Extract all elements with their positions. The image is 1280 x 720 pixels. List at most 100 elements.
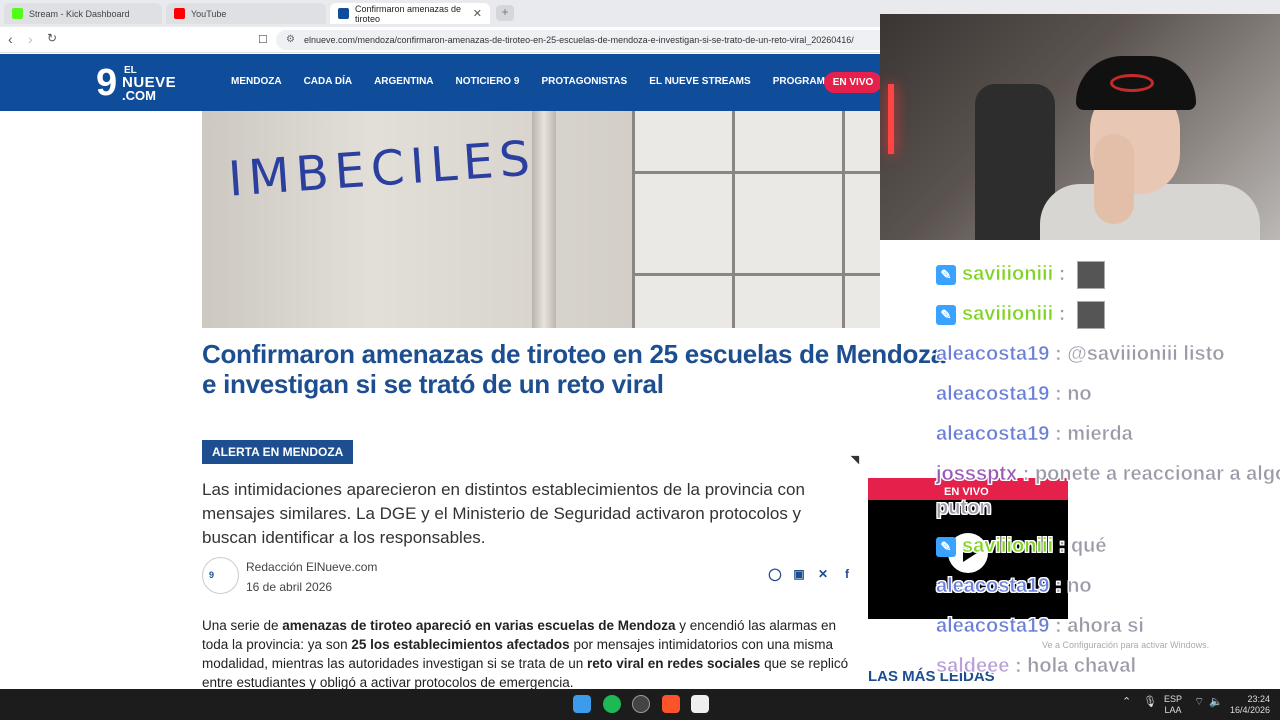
chat-message: ✎ saviiioniii :	[936, 260, 1105, 289]
tray-layout: LAA	[1164, 705, 1182, 715]
chat-username[interactable]: aleacosta19	[936, 575, 1050, 598]
close-tab-icon[interactable]: ✕	[473, 7, 482, 20]
capcut-icon[interactable]	[691, 695, 709, 713]
chat-separator: :	[1049, 575, 1068, 598]
chat-text: qué	[1070, 535, 1107, 558]
chat-message: ✎ saviiioniii : qué	[936, 532, 1107, 560]
address-bar[interactable]: ⚙ elnueve.com/mendoza/confirmaron-amenaz…	[276, 30, 896, 50]
chat-message: saldeee : hola chaval	[936, 652, 1137, 680]
obs-icon[interactable]	[632, 695, 650, 713]
taskbar: ⌃ 🎙 ESP LAA ⌔ 🔈 23:24 16/4/2026	[0, 689, 1280, 720]
moderator-badge-icon: ✎	[936, 536, 956, 557]
logo-nine: 9	[96, 62, 118, 104]
elnueve-favicon-icon	[338, 8, 349, 19]
chat-separator: :	[1017, 463, 1035, 486]
article-photo: IMBECILES	[202, 111, 880, 328]
tray-date: 16/4/2026	[1229, 705, 1270, 715]
chat-message: aleacosta19 : no	[936, 380, 1092, 408]
cap-logo	[1110, 74, 1154, 92]
screen: Stream - Kick Dashboard YouTube Confirma…	[0, 0, 1280, 720]
mouse-cursor-icon	[850, 451, 864, 465]
article-tag[interactable]: ALERTA EN MENDOZA	[202, 440, 354, 464]
chat-message: aleacosta19 : @saviiioniii listo	[936, 340, 1225, 368]
wifi-icon[interactable]: ⌔	[1194, 697, 1204, 708]
tab-article[interactable]: Confirmaron amenazas de tiroteo ✕	[330, 3, 490, 24]
reload-icon[interactable]: ↻	[47, 31, 57, 45]
facebook-icon[interactable]: f	[840, 567, 854, 581]
chat-username[interactable]: aleacosta19	[936, 343, 1050, 366]
tile-line	[632, 273, 880, 276]
nav-protagonistas[interactable]: PROTAGONISTAS	[541, 76, 627, 87]
tab-kick-dashboard[interactable]: Stream - Kick Dashboard	[4, 3, 162, 24]
chat-separator: :	[1049, 343, 1068, 366]
photo-pipe	[532, 111, 556, 328]
body-bold: reto viral en redes sociales	[586, 656, 761, 671]
nav-argentina[interactable]: ARGENTINA	[374, 76, 433, 87]
site-info-icon[interactable]: ⚙	[286, 30, 295, 50]
forward-icon[interactable]: ›	[28, 31, 33, 47]
bookmark-icon[interactable]: ☐	[258, 33, 268, 46]
chat-username[interactable]: saviiioniii	[962, 535, 1054, 558]
x-icon[interactable]: ✕	[816, 567, 830, 581]
chat-message: puton	[936, 494, 992, 522]
youtube-favicon-icon	[174, 8, 185, 19]
nav-mendoza[interactable]: MENDOZA	[231, 76, 282, 87]
chat-username[interactable]: saviiioniii	[962, 303, 1054, 326]
tray-time: 23:24	[1247, 694, 1270, 704]
url-text: elnueve.com/mendoza/confirmaron-amenazas…	[304, 35, 854, 45]
tile-line	[732, 111, 735, 328]
chat-separator: :	[1049, 383, 1068, 406]
microphone-icon[interactable]: 🎙	[1143, 697, 1157, 708]
streamer-hand	[1094, 134, 1134, 224]
chat-text: no	[1067, 575, 1092, 598]
article-date: 16 de abril 2026	[246, 580, 333, 594]
chat-username[interactable]: saviiioniii	[962, 263, 1054, 286]
tab-label: YouTube	[191, 8, 227, 19]
linkedin-icon[interactable]: ▣	[792, 567, 806, 581]
article-body: Una serie de amenazas de tiroteo apareci…	[202, 616, 852, 692]
chat-emote-icon	[1076, 300, 1105, 329]
new-tab-button[interactable]: +	[496, 5, 514, 21]
chat-username[interactable]: aleacosta19	[936, 383, 1050, 406]
tab-label: Confirmaron amenazas de tiroteo	[355, 3, 462, 24]
volume-icon[interactable]: 🔈	[1209, 697, 1223, 708]
tray-lang: ESP	[1164, 694, 1183, 704]
nav-noticiero-9[interactable]: NOTICIERO 9	[456, 76, 520, 87]
chat-separator: :	[1053, 263, 1071, 286]
article-headline: Confirmaron amenazas de tiroteo en 25 es…	[202, 339, 945, 399]
share-buttons: ◯ ▣ ✕ f	[768, 567, 854, 581]
tab-youtube[interactable]: YouTube	[166, 3, 326, 24]
body-bold: amenazas de tiroteo apareció en varias e…	[282, 618, 676, 633]
chat-message: aleacosta19 : ahora si	[936, 612, 1144, 640]
nav-cada-dia[interactable]: CADA DÍA	[304, 76, 353, 87]
chat-username[interactable]: aleacosta19	[936, 423, 1050, 446]
chat-separator: :	[1053, 535, 1071, 558]
webcam-overlay	[880, 14, 1280, 240]
spotify-icon[interactable]	[603, 695, 621, 713]
chat-username[interactable]: aleacosta19	[936, 615, 1050, 638]
chat-username[interactable]: saldeee	[936, 655, 1010, 678]
chat-text: puton	[936, 497, 992, 520]
back-icon[interactable]: ‹	[8, 31, 13, 47]
chat-text: @saviiioniii listo	[1067, 343, 1225, 366]
show-hidden-icons[interactable]: ⌃	[1122, 697, 1131, 708]
chat-text: ponete a reaccionar a algo	[1034, 463, 1280, 486]
moderator-badge-icon: ✎	[936, 264, 956, 285]
language-indicator[interactable]: ESP LAA	[1164, 694, 1182, 716]
clock[interactable]: 23:24 16/4/2026	[1228, 694, 1270, 716]
tile-line	[632, 171, 880, 174]
whatsapp-icon[interactable]: ◯	[768, 567, 782, 581]
chat-text: mierda	[1067, 423, 1133, 446]
brave-browser-icon[interactable]	[662, 695, 680, 713]
article-author[interactable]: Redacción ElNueve.com	[246, 560, 377, 574]
windows-start-icon[interactable]	[573, 695, 591, 713]
live-button[interactable]: EN VIVO	[824, 72, 882, 93]
nav-el-nueve-streams[interactable]: EL NUEVE STREAMS	[649, 76, 751, 87]
chat-username[interactable]: josssptx	[936, 463, 1018, 486]
author-avatar: 9	[202, 557, 239, 594]
article-lede: Las intimidaciones aparecieron en distin…	[202, 480, 805, 547]
chat-message: ✎ saviiioniii :	[936, 300, 1105, 329]
author-avatar-logo: 9	[209, 570, 215, 580]
elnueve-logo[interactable]: 9 EL NUEVE .COM	[96, 62, 186, 104]
chat-separator: :	[1053, 303, 1071, 326]
